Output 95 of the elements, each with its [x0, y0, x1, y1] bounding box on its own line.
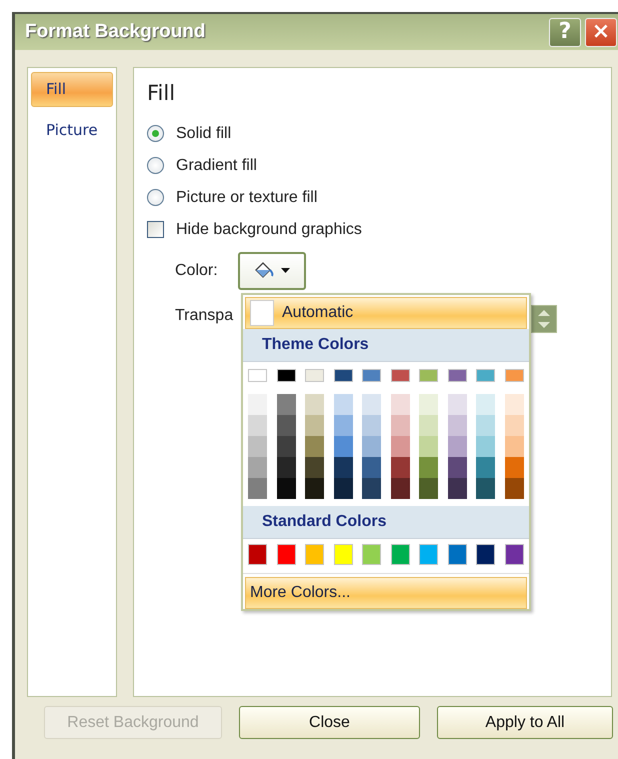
color-swatch[interactable]: [248, 457, 267, 478]
window-title: Format Background: [25, 20, 206, 44]
color-swatch[interactable]: [448, 478, 466, 499]
color-swatch[interactable]: [334, 544, 352, 565]
color-swatch[interactable]: [390, 394, 410, 415]
color-picker-button[interactable]: [238, 252, 306, 290]
color-swatch[interactable]: [334, 478, 352, 499]
color-swatch[interactable]: [504, 369, 524, 382]
radio-button[interactable]: [147, 125, 164, 142]
color-swatch[interactable]: [276, 457, 296, 478]
color-swatch[interactable]: [476, 436, 495, 457]
color-swatch[interactable]: [419, 415, 438, 436]
color-swatch[interactable]: [448, 415, 466, 436]
transparency-label: Transpa: [175, 306, 234, 326]
more-colors-option[interactable]: More Colors...: [245, 577, 527, 609]
color-swatch[interactable]: [419, 457, 438, 478]
color-swatch[interactable]: [504, 478, 524, 499]
color-swatch[interactable]: [504, 457, 524, 478]
color-swatch[interactable]: [390, 369, 410, 382]
color-swatch[interactable]: [305, 369, 324, 382]
color-swatch[interactable]: [476, 369, 495, 382]
color-swatch[interactable]: [448, 544, 466, 565]
color-swatch[interactable]: [305, 457, 324, 478]
color-swatch[interactable]: [362, 478, 381, 499]
color-swatch[interactable]: [248, 369, 267, 382]
radio-label: Gradient fill: [176, 156, 257, 176]
checkbox[interactable]: [147, 221, 164, 238]
color-swatch[interactable]: [476, 415, 495, 436]
color-swatch[interactable]: [248, 478, 267, 499]
color-swatch[interactable]: [248, 394, 267, 415]
color-swatch[interactable]: [362, 457, 381, 478]
color-swatch[interactable]: [476, 457, 495, 478]
color-swatch[interactable]: [334, 436, 352, 457]
color-swatch[interactable]: [448, 436, 466, 457]
color-swatch[interactable]: [419, 544, 438, 565]
color-swatch[interactable]: [390, 478, 410, 499]
section-heading: Theme Colors: [243, 329, 529, 362]
color-swatch[interactable]: [504, 415, 524, 436]
color-swatch[interactable]: [248, 544, 267, 565]
color-swatch[interactable]: [390, 436, 410, 457]
section-heading: Standard Colors: [243, 506, 529, 539]
radio-label: Solid fill: [176, 124, 232, 144]
radio-button[interactable]: [147, 157, 164, 174]
color-swatch[interactable]: [419, 436, 438, 457]
color-swatch[interactable]: [334, 457, 352, 478]
color-swatch[interactable]: [305, 436, 324, 457]
dialog-button[interactable]: Apply to All: [437, 706, 613, 739]
color-swatch[interactable]: [419, 394, 438, 415]
automatic-color-option[interactable]: Automatic: [245, 297, 527, 329]
color-swatch[interactable]: [305, 478, 324, 499]
color-swatch[interactable]: [362, 544, 381, 565]
color-swatch[interactable]: [390, 544, 410, 565]
color-swatch[interactable]: [504, 436, 524, 457]
checkbox-label: Hide background graphics: [176, 220, 362, 240]
color-swatch[interactable]: [276, 436, 296, 457]
color-swatch[interactable]: [362, 436, 381, 457]
spinner-control[interactable]: [531, 305, 557, 333]
color-label: Color:: [175, 260, 218, 280]
radio-button[interactable]: [147, 189, 164, 206]
color-swatch[interactable]: [334, 369, 352, 382]
color-swatch[interactable]: [504, 544, 524, 565]
color-swatch[interactable]: [334, 394, 352, 415]
color-swatch[interactable]: [390, 457, 410, 478]
color-swatch[interactable]: [334, 415, 352, 436]
color-swatch[interactable]: [248, 415, 267, 436]
color-swatch[interactable]: [276, 544, 296, 565]
color-swatch[interactable]: [419, 369, 438, 382]
color-swatch[interactable]: [419, 478, 438, 499]
color-swatch[interactable]: [362, 415, 381, 436]
paint-bucket-icon: [253, 260, 276, 280]
color-swatch[interactable]: [448, 394, 466, 415]
color-swatch[interactable]: [362, 394, 381, 415]
color-swatch[interactable]: [248, 436, 267, 457]
color-swatch[interactable]: [305, 544, 324, 565]
color-swatch[interactable]: [276, 369, 296, 382]
caret-icon: [281, 268, 290, 273]
color-swatch[interactable]: [305, 394, 324, 415]
color-swatch[interactable]: [276, 394, 296, 415]
color-swatch[interactable]: [362, 369, 381, 382]
color-swatch[interactable]: [276, 478, 296, 499]
nav-tab[interactable]: Fill: [31, 72, 113, 106]
radio-label: Picture or texture fill: [176, 188, 318, 208]
color-swatch[interactable]: [476, 544, 495, 565]
color-swatch[interactable]: [276, 415, 296, 436]
nav-tab[interactable]: Picture: [31, 112, 113, 147]
color-swatch[interactable]: [448, 457, 466, 478]
close-button[interactable]: ×: [585, 18, 617, 46]
color-swatch[interactable]: [390, 415, 410, 436]
color-swatch[interactable]: [448, 369, 466, 382]
color-swatch[interactable]: [476, 394, 495, 415]
dialog-button[interactable]: Close: [239, 706, 420, 739]
color-swatch[interactable]: [476, 478, 495, 499]
section-title: Fill: [147, 80, 176, 107]
color-swatch[interactable]: [504, 394, 524, 415]
color-swatch[interactable]: [305, 415, 324, 436]
